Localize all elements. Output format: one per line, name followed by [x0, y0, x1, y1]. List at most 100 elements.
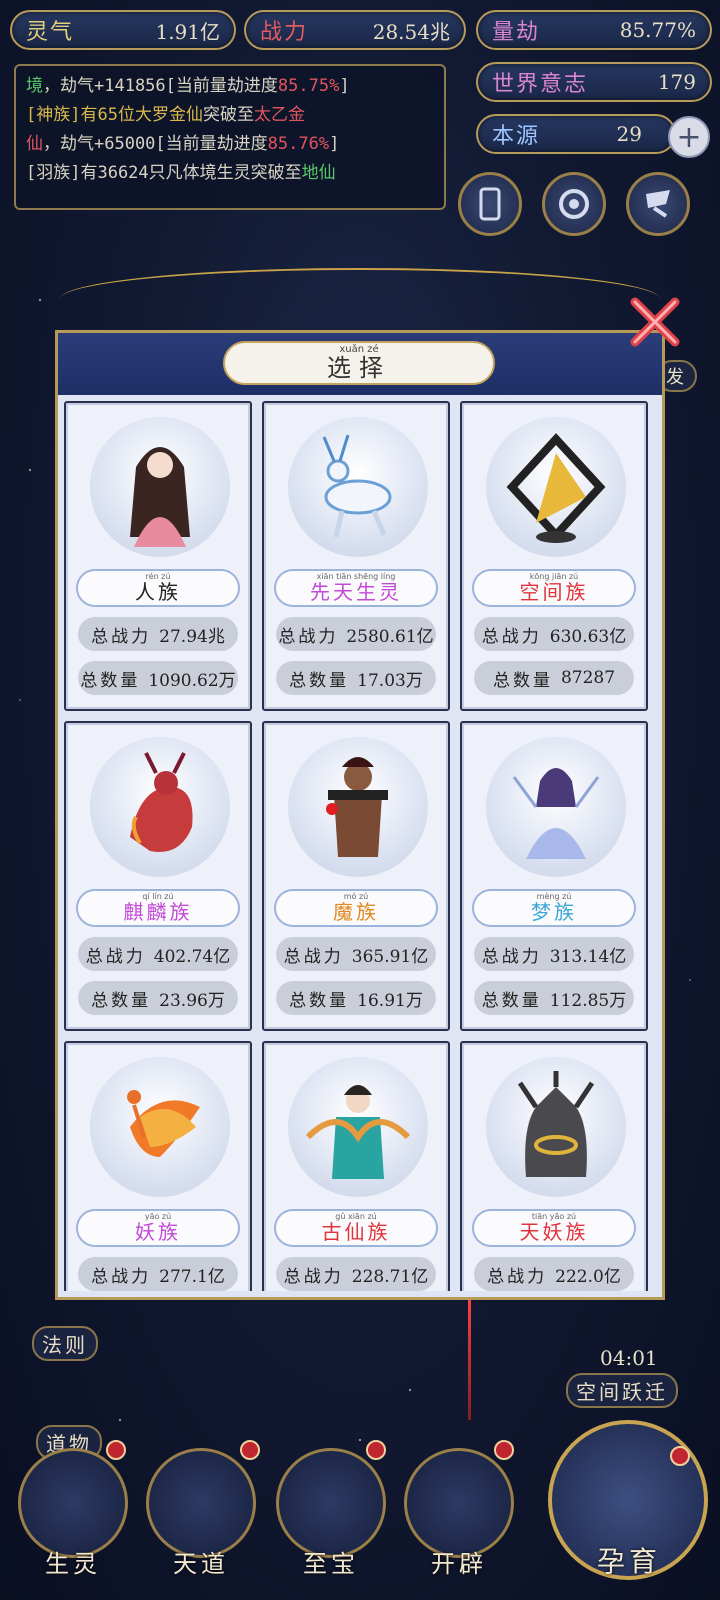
power-label: 总战力 [283, 946, 344, 967]
nav-creatures-button[interactable] [18, 1448, 128, 1558]
zhanli-label: 战力 [260, 20, 309, 45]
count-label: 总数量 [289, 670, 350, 691]
race-name-plate: tiān yāo zú 天妖族 [472, 1209, 636, 1247]
count-label: 总数量 [289, 990, 350, 1011]
race-name: 麒麟族 [123, 900, 193, 924]
power-value: 222.0亿 [555, 1266, 621, 1287]
race-count-row: 总数量 112.85万 [474, 981, 634, 1015]
race-power-row: 总战力 222.0亿 [474, 1257, 634, 1291]
race-power-row: 总战力 630.63亿 [474, 617, 634, 651]
zhanli-stat: 战力 28.54兆 [244, 10, 466, 50]
benyuan-value: 29 [616, 122, 642, 146]
race-power-row: 总战力 27.94兆 [78, 617, 238, 651]
race-card[interactable]: rén zú 人族总战力 27.94兆总数量 1090.62万 [64, 401, 252, 711]
power-value: 630.63亿 [549, 626, 627, 647]
white-deer-icon [322, 434, 392, 538]
race-portrait [486, 1057, 626, 1197]
lingqi-stat: 灵气 1.91亿 [10, 10, 236, 50]
race-count-row: 总数量 1090.62万 [78, 661, 238, 695]
log-line: [羽族]有36624只凡体境生灵突破至地仙 [26, 163, 336, 183]
count-value: 17.03万 [357, 670, 423, 691]
count-label: 总数量 [80, 670, 141, 691]
race-name-plate: xiān tiān shēng líng 先天生灵 [274, 569, 438, 607]
race-portrait [90, 1057, 230, 1197]
notification-dot [494, 1440, 514, 1460]
select-race-dialog: xuǎn zé 选择 rén zú 人族 总战力 27.94兆 总数量 1090.62万 x… [55, 330, 665, 1300]
race-power-row: 总战力 277.1亿 [78, 1257, 238, 1291]
card-icon [479, 187, 501, 221]
golden-crystal-icon [506, 433, 606, 543]
lingqi-label: 灵气 [26, 20, 75, 45]
race-name: 天妖族 [519, 1220, 589, 1244]
nav-heaven-button[interactable] [146, 1448, 256, 1558]
lingqi-value: 1.91亿 [155, 19, 220, 44]
power-label: 总战力 [283, 1266, 344, 1287]
nurture-label: 孕育 [596, 1545, 661, 1578]
race-card[interactable]: tiān yāo zú天妖族总战力222.0亿总数量 [460, 1041, 648, 1291]
benyuan-stat: 本源 29 [476, 114, 676, 154]
race-name: 空间族 [519, 580, 589, 604]
race-name-plate: rén zú 人族 [76, 569, 240, 607]
race-card[interactable]: mèng zú 梦族 总战力 313.14亿 总数量 112.85万 [460, 721, 648, 1031]
race-portrait [288, 417, 428, 557]
race-power-row: 总战力 2580.61亿 [276, 617, 436, 651]
nav-treasure-label: 至宝 [303, 1550, 359, 1578]
race-portrait [288, 1057, 428, 1197]
race-portrait [90, 737, 230, 877]
dream-maiden-icon [512, 768, 600, 859]
power-value: 402.74亿 [153, 946, 231, 967]
notification-dot [240, 1440, 260, 1460]
race-grid: rén zú 人族总战力 27.94兆总数量 1090.62万 xiān tiān sh… [64, 401, 656, 1291]
phoenix-icon [127, 1090, 200, 1157]
ancient-immortal-icon [305, 1085, 411, 1179]
power-value: 27.94兆 [159, 626, 225, 647]
race-card[interactable]: mó zú 魔族 总战力 365.91亿 总数量 16.91万 [262, 721, 450, 1031]
race-power-row: 总战力 402.74亿 [78, 937, 238, 971]
notification-dot [366, 1440, 386, 1460]
space-warp-button[interactable]: 空间跃迁 [566, 1373, 678, 1408]
demon-warrior-icon [326, 757, 388, 857]
liangjie-stat[interactable]: 量劫 85.77% [476, 10, 712, 50]
portal-button[interactable] [542, 172, 606, 236]
power-label: 总战力 [91, 1266, 152, 1287]
log-line: 仙，劫气+65000[当前量劫进度85.76%] [26, 134, 340, 154]
race-card[interactable]: qí lín zú 麒麟族 总战力 402.74亿 总数量 23.96万 [64, 721, 252, 1031]
race-card[interactable]: gǔ xiān zú古仙族总战力228.71亿总数量 [262, 1041, 450, 1291]
nav-create-button[interactable] [404, 1448, 514, 1558]
power-value: 228.71亿 [351, 1266, 429, 1287]
race-name: 妖族 [135, 1220, 181, 1244]
event-log: 境，劫气+141856[当前量劫进度85.75%] [神族]有65位大罗金仙突破… [14, 64, 446, 210]
nav-treasure-button[interactable] [276, 1448, 386, 1558]
race-name-plate: yāo zú 妖族 [76, 1209, 240, 1247]
notification-dot [106, 1440, 126, 1460]
liangjie-label: 量劫 [492, 20, 541, 45]
card-deck-button[interactable] [458, 172, 522, 236]
count-label: 总数量 [481, 990, 542, 1011]
race-portrait [486, 417, 626, 557]
count-value: 112.85万 [549, 990, 627, 1011]
nav-creatures-label: 生灵 [45, 1550, 101, 1578]
power-label: 总战力 [278, 626, 339, 647]
vortex-icon [559, 189, 589, 219]
rules-button[interactable]: 法则 [32, 1326, 98, 1361]
race-card[interactable]: xiān tiān shēng líng 先天生灵总战力 2580.61亿总数量 17… [262, 401, 450, 711]
red-beam [468, 1300, 471, 1420]
race-portrait [486, 737, 626, 877]
race-card[interactable]: yāo zú妖族总战力277.1亿总数量 [64, 1041, 252, 1291]
power-value: 277.1亿 [159, 1266, 225, 1287]
count-value: 16.91万 [357, 990, 423, 1011]
flag-button[interactable] [626, 172, 690, 236]
add-benyuan-button[interactable]: + [668, 116, 710, 158]
world-will-label: 世界意志 [492, 72, 589, 97]
race-portrait [288, 737, 428, 877]
warp-timer: 04:01 [600, 1346, 658, 1370]
power-value: 365.91亿 [351, 946, 429, 967]
count-label: 总数量 [91, 990, 152, 1011]
race-card[interactable]: kōng jiān zú 空间族 总战力 630.63亿 总数量 87287 [460, 401, 648, 711]
dragon-beast-icon [517, 1071, 595, 1177]
race-portrait [90, 417, 230, 557]
close-button[interactable] [625, 292, 685, 352]
race-name-plate: qí lín zú 麒麟族 [76, 889, 240, 927]
world-will-stat[interactable]: 世界意志 179 [476, 62, 712, 102]
power-label: 总战力 [91, 626, 152, 647]
